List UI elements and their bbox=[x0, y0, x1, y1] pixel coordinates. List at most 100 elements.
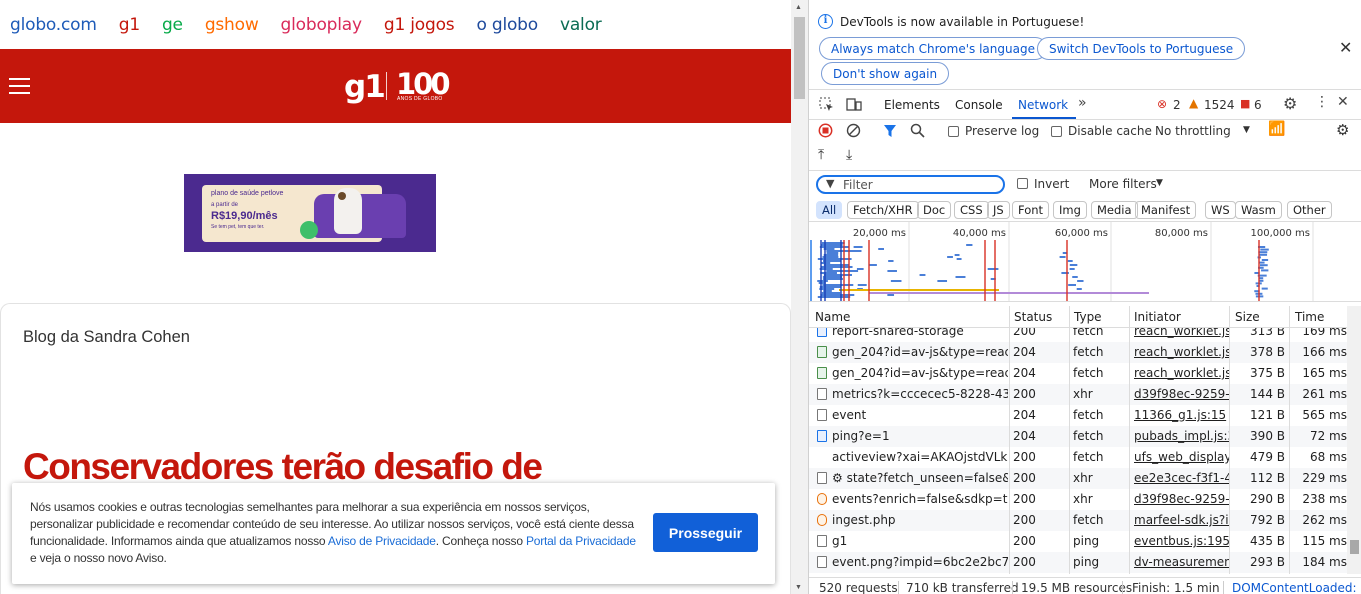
request-initiator[interactable]: reach_worklet.js:1 bbox=[1134, 366, 1229, 380]
network-conditions-icon[interactable]: 📶 bbox=[1268, 121, 1285, 137]
site-link[interactable]: g1 bbox=[119, 15, 140, 35]
error-icon[interactable]: ⊗ bbox=[1157, 97, 1167, 111]
request-row[interactable]: ingest.php 200 fetch marfeel-sdk.js?id= 792 … bbox=[809, 510, 1347, 531]
request-initiator[interactable]: d39f98ec-9259-4f bbox=[1134, 387, 1229, 401]
site-link[interactable]: globo.com bbox=[10, 15, 97, 35]
tab-elements[interactable]: Elements bbox=[884, 98, 940, 112]
request-initiator[interactable]: 11366_g1.js:15 bbox=[1134, 408, 1229, 422]
export-har-icon[interactable]: ⤓ bbox=[846, 147, 852, 163]
tab-console[interactable]: Console bbox=[955, 98, 1003, 112]
column-header[interactable]: Time bbox=[1295, 310, 1324, 324]
filter-input[interactable]: ▼ Filter bbox=[816, 175, 1005, 194]
page-scrollbar[interactable]: ▲ ▼ bbox=[791, 0, 808, 594]
site-link[interactable]: valor bbox=[560, 15, 602, 35]
type-filter-chip[interactable]: CSS bbox=[954, 201, 989, 219]
dont-show-again-button[interactable]: Don't show again bbox=[821, 62, 950, 85]
request-initiator[interactable]: reach_worklet.js:5( bbox=[1134, 328, 1229, 338]
request-row[interactable]: ⚙ state?fetch_unseen=false&k... 200 xhr ee2… bbox=[809, 468, 1347, 489]
type-filter-chip[interactable]: Doc bbox=[917, 201, 952, 219]
petlove-ad-banner[interactable]: plano de saúde petlove a partir de R$19,… bbox=[184, 174, 436, 252]
preserve-log-label[interactable]: Preserve log bbox=[965, 124, 1039, 138]
type-filter-chip[interactable]: Font bbox=[1012, 201, 1050, 219]
requests-scrollbar[interactable] bbox=[1347, 306, 1361, 574]
request-row[interactable]: ping?e=1 204 fetch pubads_impl.js:33 390 B 72… bbox=[809, 426, 1347, 447]
disable-cache-checkbox[interactable] bbox=[1051, 126, 1062, 137]
blog-name[interactable]: Blog da Sandra Cohen bbox=[23, 328, 190, 347]
prosseguir-button[interactable]: Prosseguir bbox=[653, 513, 758, 552]
request-initiator[interactable]: d39f98ec-9259-4f bbox=[1134, 492, 1229, 506]
import-har-icon[interactable]: ⤒ bbox=[818, 147, 824, 163]
request-initiator[interactable]: pubads_impl.js:33 bbox=[1134, 429, 1229, 443]
invert-label[interactable]: Invert bbox=[1034, 177, 1069, 191]
type-filter-chip[interactable]: Manifest bbox=[1135, 201, 1197, 219]
column-header[interactable]: Initiator bbox=[1134, 310, 1181, 324]
type-filter-chip[interactable]: All bbox=[816, 201, 843, 219]
column-header[interactable]: Status bbox=[1014, 310, 1052, 324]
site-link[interactable]: o globo bbox=[476, 15, 538, 35]
request-initiator[interactable]: marfeel-sdk.js?id= bbox=[1134, 513, 1229, 527]
more-options-icon[interactable]: ⋮ bbox=[1315, 94, 1329, 110]
column-header[interactable]: Name bbox=[815, 310, 850, 324]
request-initiator[interactable]: dv-measurements bbox=[1134, 555, 1229, 569]
issues-icon[interactable]: ■ bbox=[1240, 97, 1250, 110]
more-tabs-icon[interactable]: » bbox=[1078, 95, 1087, 111]
search-icon[interactable] bbox=[910, 123, 925, 138]
request-initiator[interactable]: eventbus.js:195 bbox=[1134, 534, 1229, 548]
request-initiator[interactable]: ee2e3cec-f3f1-47c bbox=[1134, 471, 1229, 485]
match-language-button[interactable]: Always match Chrome's language bbox=[819, 37, 1047, 60]
page-scroll-thumb[interactable] bbox=[794, 17, 805, 99]
privacy-notice-link[interactable]: Aviso de Privacidade bbox=[328, 534, 436, 548]
request-row[interactable]: activeview?xai=AKAOjstdVLk3v... 200 fetch u… bbox=[809, 447, 1347, 468]
request-row[interactable]: event 204 fetch 11366_g1.js:15 121 B 565 ms bbox=[809, 405, 1347, 426]
throttling-dropdown-icon[interactable]: ▼ bbox=[1243, 125, 1250, 135]
request-row[interactable]: g1 200 ping eventbus.js:195 435 B 115 ms bbox=[809, 531, 1347, 552]
preserve-log-checkbox[interactable] bbox=[948, 126, 959, 137]
scroll-down-icon[interactable]: ▼ bbox=[795, 584, 802, 591]
close-devtools-icon[interactable]: ✕ bbox=[1337, 94, 1349, 110]
request-row[interactable]: gen_204?id=av-js&type=reach... 204 fetch re… bbox=[809, 342, 1347, 363]
inspect-element-icon[interactable] bbox=[819, 97, 834, 112]
type-filter-chip[interactable]: JS bbox=[987, 201, 1010, 219]
search-icon[interactable] bbox=[757, 126, 775, 144]
filter-funnel-icon[interactable] bbox=[883, 124, 897, 138]
site-link[interactable]: g1 jogos bbox=[384, 15, 455, 35]
request-row[interactable]: gen_204?id=av-js&type=reach... 204 fetch re… bbox=[809, 363, 1347, 384]
g1-100-anos-logo[interactable]: g1 100 ANOS DE GLOBO bbox=[344, 67, 454, 107]
type-filter-chip[interactable]: Fetch/XHR bbox=[847, 201, 919, 219]
scroll-up-icon[interactable]: ▲ bbox=[795, 4, 802, 11]
column-header[interactable]: Size bbox=[1235, 310, 1260, 324]
request-initiator[interactable]: reach_worklet.js:1 bbox=[1134, 345, 1229, 359]
site-link[interactable]: globoplay bbox=[281, 15, 363, 35]
record-stop-icon[interactable] bbox=[818, 123, 833, 138]
request-row[interactable]: report-shared-storage 200 fetch reach_workl… bbox=[809, 328, 1347, 342]
type-filter-chip[interactable]: Wasm bbox=[1235, 201, 1282, 219]
type-filter-chip[interactable]: Img bbox=[1053, 201, 1087, 219]
tab-network[interactable]: Network bbox=[1018, 98, 1068, 112]
column-header[interactable]: Type bbox=[1074, 310, 1102, 324]
disable-cache-label[interactable]: Disable cache bbox=[1068, 124, 1152, 138]
site-link[interactable]: gshow bbox=[205, 15, 259, 35]
hamburger-menu-icon[interactable] bbox=[9, 78, 30, 94]
settings-gear-icon[interactable]: ⚙ bbox=[1283, 94, 1297, 113]
issues-count[interactable]: 6 bbox=[1254, 98, 1262, 112]
more-filters-dropdown-icon[interactable]: ▼ bbox=[1156, 178, 1163, 188]
throttling-select[interactable]: No throttling bbox=[1155, 124, 1231, 138]
close-icon[interactable]: ✕ bbox=[1339, 38, 1352, 57]
device-toolbar-icon[interactable] bbox=[846, 97, 862, 112]
request-row[interactable]: event.png?impid=6bc2e2bc72... 200 ping dv-m… bbox=[809, 552, 1347, 573]
type-filter-chip[interactable]: Other bbox=[1287, 201, 1332, 219]
site-link[interactable]: ge bbox=[162, 15, 183, 35]
clear-icon[interactable] bbox=[846, 123, 861, 138]
type-filter-chip[interactable]: WS bbox=[1205, 201, 1236, 219]
requests-scroll-thumb[interactable] bbox=[1350, 540, 1359, 554]
type-filter-chip[interactable]: Media bbox=[1091, 201, 1138, 219]
warning-count[interactable]: 1524 bbox=[1204, 98, 1235, 112]
request-initiator[interactable]: ufs_web_display.js bbox=[1134, 450, 1229, 464]
invert-checkbox[interactable] bbox=[1017, 178, 1028, 189]
error-count[interactable]: 2 bbox=[1173, 98, 1181, 112]
more-filters-button[interactable]: More filters bbox=[1089, 177, 1157, 191]
network-overview-timeline[interactable]: 20,000 ms 40,000 ms 60,000 ms 80,000 ms 100,… bbox=[809, 222, 1361, 302]
request-row[interactable]: metrics?k=cccecec5-8228-435... 200 xhr d39f… bbox=[809, 384, 1347, 405]
request-row[interactable]: events?enrich=false&sdkp=tru... 200 xhr d39… bbox=[809, 489, 1347, 510]
switch-language-button[interactable]: Switch DevTools to Portuguese bbox=[1037, 37, 1246, 60]
